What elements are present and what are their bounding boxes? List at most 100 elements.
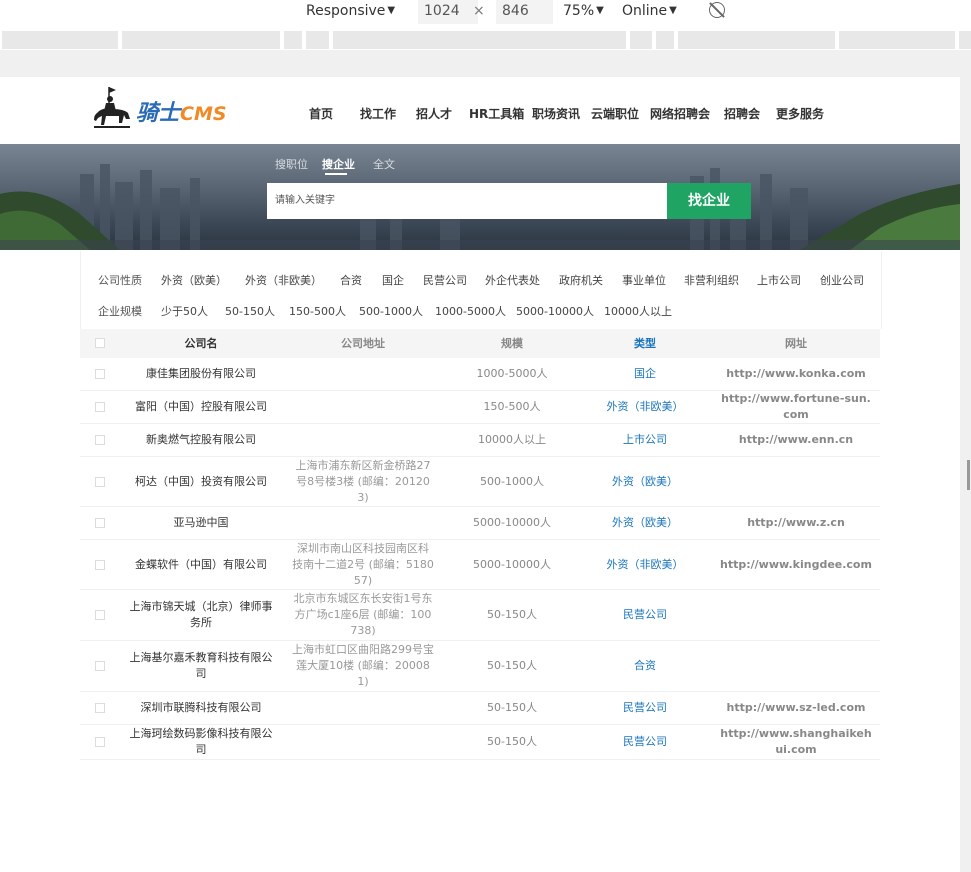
nav-item-jobs[interactable]: 找工作: [360, 105, 396, 122]
filter-option[interactable]: 5000-10000人: [516, 303, 594, 319]
table-row[interactable]: 上海珂绘数码影像科技有限公司 50-150人 民营公司 http://www.shan…: [80, 725, 880, 760]
knight-horse-icon: [94, 87, 130, 128]
company-url: http://www.kingdee.com: [720, 557, 872, 571]
viewport-margin: [0, 50, 971, 77]
filter-option[interactable]: 150-500人: [289, 303, 346, 319]
company-name-link[interactable]: 柯达（中国）投资有限公司: [125, 457, 277, 506]
company-url: http://www.z.cn: [747, 516, 845, 529]
search-input[interactable]: 请输入关键字: [267, 183, 667, 219]
company-scale: 150-500人: [483, 400, 541, 413]
table-row[interactable]: 柯达（中国）投资有限公司 上海市浦东新区新金桥路27号8号楼3楼 (邮编：2012…: [80, 457, 880, 507]
nav-item-cloud-jobs[interactable]: 云端职位: [591, 105, 639, 122]
filter-option[interactable]: 500-1000人: [359, 303, 423, 319]
company-type: 国企: [634, 367, 656, 380]
company-scale: 1000-5000人: [476, 367, 548, 380]
table-row[interactable]: 富阳（中国）控股有限公司 150-500人 外资（非欧美） http://www.fo…: [80, 391, 880, 424]
filter-option[interactable]: 非营利组织: [684, 272, 739, 288]
company-name-link[interactable]: 康佳集团股份有限公司: [125, 358, 277, 390]
filter-option[interactable]: 政府机关: [559, 272, 603, 288]
filter-option[interactable]: 10000人以上: [604, 303, 672, 319]
table-row[interactable]: 上海市锦天城（北京）律师事务所 北京市东城区东长安街1号东方广场c1座6层 (邮编…: [80, 590, 880, 641]
company-scale: 50-150人: [487, 608, 537, 621]
site-logo[interactable]: 骑士CMS: [92, 85, 232, 131]
company-url: http://www.sz-led.com: [726, 701, 866, 714]
rotate-disabled-icon[interactable]: [709, 2, 725, 18]
company-scale: 500-1000人: [480, 474, 544, 488]
row-checkbox[interactable]: [95, 518, 105, 528]
header-type: 类型: [634, 337, 656, 350]
company-url: http://www.konka.com: [726, 367, 866, 380]
filter-option[interactable]: 外资（非欧美）: [245, 272, 322, 288]
table-row[interactable]: 新奥燃气控股有限公司 10000人以上 上市公司 http://www.enn.cn: [80, 424, 880, 457]
company-name-link[interactable]: 上海珂绘数码影像科技有限公司: [125, 725, 277, 759]
company-name-link[interactable]: 深圳市联腾科技有限公司: [125, 692, 277, 724]
nav-item-news[interactable]: 职场资讯: [532, 105, 580, 122]
company-address: [292, 391, 434, 423]
filter-option[interactable]: 事业单位: [622, 272, 666, 288]
company-name-link[interactable]: 金蝶软件（中国）有限公司: [125, 540, 277, 589]
network-select[interactable]: Online ▼: [622, 0, 677, 24]
company-name-link[interactable]: 上海基尔嘉禾教育科技有限公司: [125, 641, 277, 691]
company-name-link[interactable]: 富阳（中国）控股有限公司: [125, 391, 277, 423]
row-checkbox[interactable]: [95, 737, 105, 747]
filter-option[interactable]: 外企代表处: [485, 272, 540, 288]
company-type: 上市公司: [623, 433, 667, 446]
filter-option[interactable]: 上市公司: [757, 272, 801, 288]
tab-search-companies[interactable]: 搜企业: [322, 156, 355, 172]
nav-item-talent[interactable]: 招人才: [416, 105, 452, 122]
company-name-link[interactable]: 新奥燃气控股有限公司: [125, 424, 277, 456]
find-company-button[interactable]: 找企业: [667, 183, 751, 219]
row-checkbox[interactable]: [95, 369, 105, 379]
company-address: 上海市虹口区曲阳路299号宝莲大厦10楼 (邮编：200081): [292, 643, 434, 688]
row-checkbox[interactable]: [95, 661, 105, 671]
tab-search-jobs[interactable]: 搜职位: [275, 156, 308, 172]
company-name-link[interactable]: 亚马逊中国: [125, 507, 277, 539]
search-banner: 搜职位 搜企业 全文 请输入关键字 找企业: [0, 144, 960, 250]
table-row[interactable]: 亚马逊中国 5000-10000人 外资（欧美） http://www.z.cn: [80, 507, 880, 540]
viewport-width-input[interactable]: 1024: [418, 0, 478, 24]
filter-option[interactable]: 创业公司: [820, 272, 864, 288]
table-row[interactable]: 深圳市联腾科技有限公司 50-150人 民营公司 http://www.sz-led.…: [80, 692, 880, 725]
devtools-toolbar: Responsive ▼ 1024 × 846 75% ▼ Online ▼: [0, 0, 971, 24]
row-checkbox[interactable]: [95, 560, 105, 570]
filter-option[interactable]: 少于50人: [161, 303, 208, 319]
header-url: 网址: [785, 337, 807, 350]
nav-item-job-fair[interactable]: 招聘会: [724, 105, 760, 122]
resize-handle[interactable]: [967, 460, 970, 490]
zoom-label: 75%: [563, 3, 595, 19]
device-label: Responsive: [306, 3, 386, 19]
row-checkbox[interactable]: [95, 435, 105, 445]
dropdown-arrow-icon: ▼: [669, 5, 677, 16]
viewport-height-input[interactable]: 846: [496, 0, 553, 24]
filter-option[interactable]: 合资: [340, 272, 362, 288]
filter-option[interactable]: 国企: [382, 272, 404, 288]
zoom-select[interactable]: 75% ▼: [563, 0, 604, 24]
company-type: 民营公司: [623, 608, 667, 621]
nav-item-online-fair[interactable]: 网络招聘会: [650, 105, 710, 122]
table-row[interactable]: 金蝶软件（中国）有限公司 深圳市南山区科技园南区科技南十二道2号 (邮编：5180…: [80, 540, 880, 590]
device-select[interactable]: Responsive ▼: [306, 0, 395, 24]
tab-search-fulltext[interactable]: 全文: [373, 156, 395, 172]
company-address: 上海市浦东新区新金桥路27号8号楼3楼 (邮编：201203): [295, 458, 431, 504]
row-checkbox[interactable]: [95, 703, 105, 713]
company-url: [718, 641, 874, 691]
nav-item-more[interactable]: 更多服务: [776, 105, 824, 122]
company-address: [292, 692, 434, 724]
filter-option[interactable]: 1000-5000人: [435, 303, 506, 319]
row-checkbox[interactable]: [95, 477, 105, 487]
table-row[interactable]: 康佳集团股份有限公司 1000-5000人 国企 http://www.konka.c…: [80, 358, 880, 391]
company-url: http://www.enn.cn: [738, 433, 854, 446]
select-all-checkbox[interactable]: [95, 338, 105, 348]
filter-option[interactable]: 外资（欧美）: [161, 272, 227, 288]
nav-item-home[interactable]: 首页: [309, 105, 333, 122]
row-checkbox[interactable]: [95, 610, 105, 620]
filter-option[interactable]: 50-150人: [225, 303, 275, 319]
company-name-link[interactable]: 上海市锦天城（北京）律师事务所: [125, 590, 277, 640]
table-row[interactable]: 上海基尔嘉禾教育科技有限公司 上海市虹口区曲阳路299号宝莲大厦10楼 (邮编：2…: [80, 641, 880, 692]
filter-scale-label: 企业规模: [98, 305, 142, 318]
row-checkbox[interactable]: [95, 402, 105, 412]
nav-item-hr-tools[interactable]: HR工具箱: [469, 105, 524, 122]
logo-text: 骑士CMS: [136, 95, 227, 127]
filter-option[interactable]: 民营公司: [423, 272, 467, 288]
company-type: 外资（欧美）: [612, 516, 678, 529]
